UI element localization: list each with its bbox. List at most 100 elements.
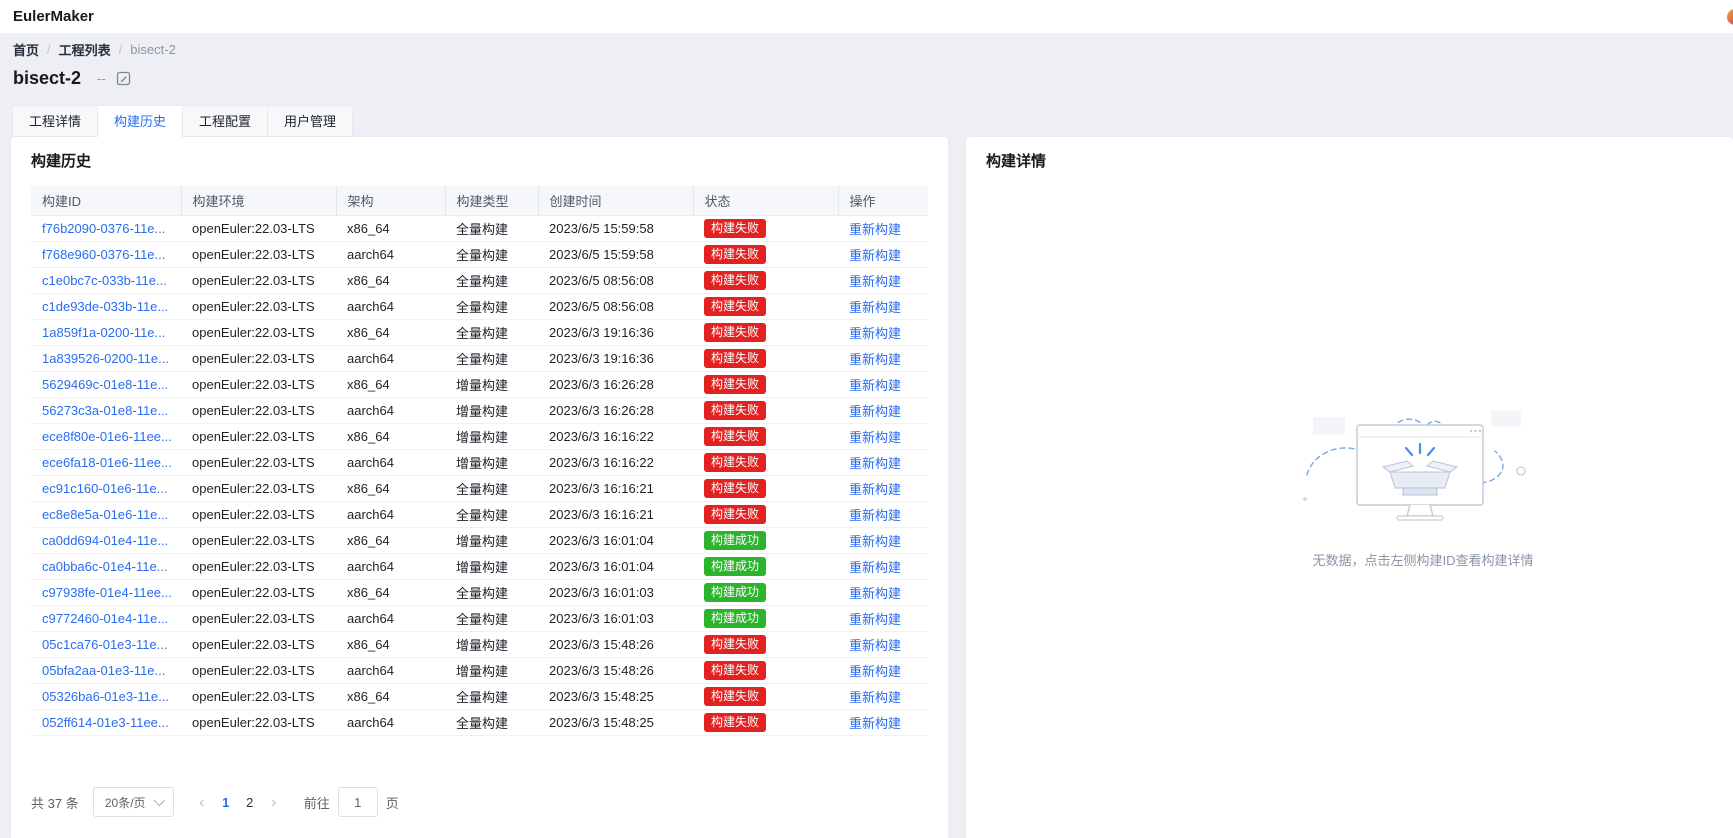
rebuild-link[interactable]: 重新构建 <box>849 456 901 471</box>
rebuild-link[interactable]: 重新构建 <box>849 404 901 419</box>
user-avatar[interactable] <box>1727 9 1733 25</box>
action-cell: 重新构建 <box>838 293 928 319</box>
build-env-cell: openEuler:22.03-LTS <box>181 423 336 449</box>
build-id-link[interactable]: ece8f80e-01e6-11ee... <box>42 429 172 444</box>
build-id-link[interactable]: c1e0bc7c-033b-11e... <box>42 273 167 288</box>
pagination: 共 37 条 20条/页 ‹ 12 › 前往 页 <box>31 787 399 817</box>
build-id-link[interactable]: 5629469c-01e8-11e... <box>42 377 168 392</box>
build-arch-cell: x86_64 <box>336 371 445 397</box>
rebuild-link[interactable]: 重新构建 <box>849 560 901 575</box>
table-row: 5629469c-01e8-11e...openEuler:22.03-LTSx… <box>31 371 928 397</box>
table-row: c97938fe-01e4-11ee...openEuler:22.03-LTS… <box>31 579 928 605</box>
build-id-cell: ca0bba6c-01e4-11e... <box>31 553 181 579</box>
build-id-link[interactable]: 05c1ca76-01e3-11e... <box>42 637 168 652</box>
build-arch-cell: aarch64 <box>336 605 445 631</box>
build-id-link[interactable]: ec8e8e5a-01e6-11e... <box>42 507 168 522</box>
edit-icon[interactable] <box>116 71 131 86</box>
rebuild-link[interactable]: 重新构建 <box>849 430 901 445</box>
build-id-cell: 05326ba6-01e3-11e... <box>31 683 181 709</box>
build-time-cell: 2023/6/3 16:16:21 <box>538 501 693 527</box>
action-cell: 重新构建 <box>838 319 928 345</box>
table-row: f76b2090-0376-11e...openEuler:22.03-LTSx… <box>31 215 928 241</box>
build-type-cell: 增量构建 <box>445 423 538 449</box>
build-arch-cell: x86_64 <box>336 683 445 709</box>
build-id-cell: f76b2090-0376-11e... <box>31 215 181 241</box>
table-row: ca0dd694-01e4-11e...openEuler:22.03-LTSx… <box>31 527 928 553</box>
build-id-link[interactable]: ca0bba6c-01e4-11e... <box>42 559 168 574</box>
build-id-link[interactable]: c1de93de-033b-11e... <box>42 299 168 314</box>
build-arch-cell: aarch64 <box>336 241 445 267</box>
page-number-list: 12 <box>214 795 262 810</box>
tab[interactable]: 工程详情 <box>12 105 98 137</box>
breadcrumb: 首页/工程列表/bisect-2 <box>13 40 176 59</box>
build-id-link[interactable]: ec91c160-01e6-11e... <box>42 481 168 496</box>
breadcrumb-separator: / <box>47 42 51 57</box>
prev-page-button[interactable]: ‹ <box>190 794 214 811</box>
next-page-button[interactable]: › <box>262 794 286 811</box>
rebuild-link[interactable]: 重新构建 <box>849 482 901 497</box>
rebuild-link[interactable]: 重新构建 <box>849 612 901 627</box>
build-id-link[interactable]: 05326ba6-01e3-11e... <box>42 689 169 704</box>
build-time-cell: 2023/6/3 15:48:25 <box>538 709 693 735</box>
build-env-cell: openEuler:22.03-LTS <box>181 501 336 527</box>
rebuild-link[interactable]: 重新构建 <box>849 274 901 289</box>
pagination-total: 共 37 条 <box>31 793 79 812</box>
rebuild-link[interactable]: 重新构建 <box>849 664 901 679</box>
tab[interactable]: 构建历史 <box>97 105 183 137</box>
build-id-link[interactable]: ece6fa18-01e6-11ee... <box>42 455 172 470</box>
status-cell: 构建失败 <box>693 215 838 241</box>
table-row: 05c1ca76-01e3-11e...openEuler:22.03-LTSx… <box>31 631 928 657</box>
tab[interactable]: 用户管理 <box>267 105 353 137</box>
status-badge: 构建失败 <box>704 323 766 342</box>
rebuild-link[interactable]: 重新构建 <box>849 326 901 341</box>
goto-page-input[interactable] <box>338 787 378 817</box>
build-type-cell: 全量构建 <box>445 267 538 293</box>
status-badge: 构建失败 <box>704 297 766 316</box>
build-id-cell: ca0dd694-01e4-11e... <box>31 527 181 553</box>
rebuild-link[interactable]: 重新构建 <box>849 248 901 263</box>
rebuild-link[interactable]: 重新构建 <box>849 222 901 237</box>
build-id-cell: 1a839526-0200-11e... <box>31 345 181 371</box>
build-id-link[interactable]: f76b2090-0376-11e... <box>42 221 165 236</box>
rebuild-link[interactable]: 重新构建 <box>849 352 901 367</box>
breadcrumb-item[interactable]: 工程列表 <box>59 40 111 59</box>
table-row: 05326ba6-01e3-11e...openEuler:22.03-LTSx… <box>31 683 928 709</box>
page-number[interactable]: 2 <box>238 795 262 810</box>
build-env-cell: openEuler:22.03-LTS <box>181 553 336 579</box>
build-time-cell: 2023/6/5 15:59:58 <box>538 215 693 241</box>
build-id-link[interactable]: ca0dd694-01e4-11e... <box>42 533 168 548</box>
status-cell: 构建失败 <box>693 293 838 319</box>
rebuild-link[interactable]: 重新构建 <box>849 534 901 549</box>
build-detail-title: 构建详情 <box>986 150 1046 171</box>
rebuild-link[interactable]: 重新构建 <box>849 586 901 601</box>
status-badge: 构建失败 <box>704 271 766 290</box>
page-number[interactable]: 1 <box>214 795 238 810</box>
build-id-link[interactable]: 1a839526-0200-11e... <box>42 351 169 366</box>
status-cell: 构建失败 <box>693 267 838 293</box>
build-arch-cell: aarch64 <box>336 501 445 527</box>
action-cell: 重新构建 <box>838 241 928 267</box>
action-cell: 重新构建 <box>838 345 928 371</box>
build-id-link[interactable]: 05bfa2aa-01e3-11e... <box>42 663 165 678</box>
rebuild-link[interactable]: 重新构建 <box>849 690 901 705</box>
rebuild-link[interactable]: 重新构建 <box>849 378 901 393</box>
tab[interactable]: 工程配置 <box>182 105 268 137</box>
rebuild-link[interactable]: 重新构建 <box>849 300 901 315</box>
build-id-link[interactable]: f768e960-0376-11e... <box>42 247 165 262</box>
rebuild-link[interactable]: 重新构建 <box>849 638 901 653</box>
breadcrumb-item[interactable]: 首页 <box>13 40 39 59</box>
chevron-down-icon <box>153 795 164 806</box>
build-id-link[interactable]: c97938fe-01e4-11ee... <box>42 585 172 600</box>
page-size-select[interactable]: 20条/页 <box>93 787 174 817</box>
rebuild-link[interactable]: 重新构建 <box>849 508 901 523</box>
build-time-cell: 2023/6/3 16:01:03 <box>538 579 693 605</box>
goto-unit: 页 <box>386 793 399 812</box>
build-id-link[interactable]: 052ff614-01e3-11ee... <box>42 715 169 730</box>
page-title: bisect-2 <box>13 68 81 89</box>
build-id-link[interactable]: 56273c3a-01e8-11e... <box>42 403 168 418</box>
table-row: 1a859f1a-0200-11e...openEuler:22.03-LTSx… <box>31 319 928 345</box>
build-id-link[interactable]: c9772460-01e4-11e... <box>42 611 168 626</box>
build-arch-cell: x86_64 <box>336 423 445 449</box>
build-id-link[interactable]: 1a859f1a-0200-11e... <box>42 325 165 340</box>
rebuild-link[interactable]: 重新构建 <box>849 716 901 731</box>
